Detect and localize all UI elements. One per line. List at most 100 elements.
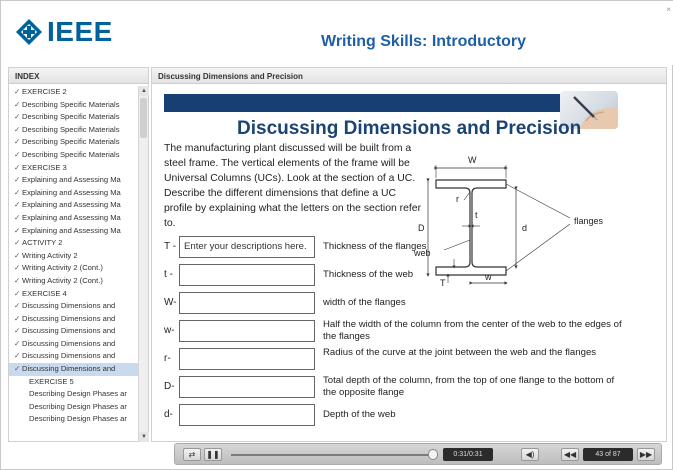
index-item[interactable]: ✓ Explaining and Assessing Ma (9, 225, 139, 238)
index-item[interactable]: ✓ Explaining and Assessing Ma (9, 199, 139, 212)
checkmark-icon: ✓ (14, 112, 21, 122)
description-input[interactable] (179, 292, 315, 314)
index-item[interactable]: EXERCISE 5 (9, 376, 139, 389)
index-item-label: Describing Design Phases ar (29, 414, 127, 424)
index-item-label: Describing Specific Materials (22, 99, 120, 109)
checkmark-icon: ✓ (14, 301, 21, 311)
index-item[interactable]: ✓ Discussing Dimensions and (9, 338, 139, 351)
checkmark-icon: ✓ (14, 225, 21, 235)
index-item[interactable]: ✓ Describing Specific Materials (9, 124, 139, 137)
volume-icon[interactable]: ◀) (521, 448, 539, 461)
index-item[interactable]: ✓ Writing Activity 2 (9, 250, 139, 263)
index-item-label: Discussing Dimensions and (22, 338, 116, 348)
index-item[interactable]: ✓ Describing Specific Materials (9, 149, 139, 162)
checkmark-icon: ✓ (14, 263, 21, 273)
index-item-label: Discussing Dimensions and (22, 301, 116, 311)
index-item-label: Describing Specific Materials (22, 149, 120, 159)
row-letter: t - (164, 269, 173, 280)
index-item-label: Discussing Dimensions and (22, 364, 116, 374)
row-letter: d- (164, 409, 173, 420)
checkmark-icon: ✓ (14, 212, 21, 222)
row-letter: W- (164, 297, 177, 308)
checkmark-icon: ✓ (14, 162, 21, 172)
index-item-label: Describing Specific Materials (22, 137, 120, 147)
index-item[interactable]: ✓ ACTIVITY 2 (9, 237, 139, 250)
checkmark-icon: ✓ (14, 351, 21, 361)
index-item[interactable]: ✓ EXERCISE 4 (9, 288, 139, 301)
index-item[interactable]: ✓ Discussing Dimensions and (9, 325, 139, 338)
index-item[interactable]: ✓ Describing Specific Materials (9, 111, 139, 124)
index-item[interactable]: ✓ Explaining and Assessing Ma (9, 187, 139, 200)
index-item-label: Discussing Dimensions and (22, 313, 116, 323)
checkmark-icon: ✓ (14, 338, 21, 348)
universal-column-diagram: W D d r t T w flanges web (414, 155, 604, 288)
description-input[interactable]: Enter your descriptions here. (179, 236, 315, 258)
progress-track[interactable] (231, 454, 433, 456)
checkmark-icon: ✓ (14, 238, 21, 248)
index-item-label: Describing Design Phases ar (29, 401, 127, 411)
index-item[interactable]: Describing Design Phases ar (9, 413, 139, 426)
index-panel: INDEX ✓ EXERCISE 2 ✓ Describing Specific Ma… (8, 67, 149, 442)
progress-knob[interactable] (428, 449, 438, 460)
index-item[interactable]: ✓ Describing Specific Materials (9, 99, 139, 112)
slide: Discussing Dimensions and Precision The … (152, 85, 666, 441)
pause-icon[interactable]: ❚❚ (204, 448, 222, 461)
scroll-thumb[interactable] (140, 98, 147, 138)
checkmark-icon: ✓ (14, 187, 21, 197)
row-letter: T - (164, 241, 177, 252)
index-item[interactable]: Describing Design Phases ar (9, 401, 139, 414)
row-description: Thickness of the web (323, 269, 414, 280)
index-scrollbar[interactable]: ▲ ▼ (138, 86, 149, 442)
time-display: 0:31/0:31 (443, 448, 493, 461)
index-item[interactable]: ✓ Writing Activity 2 (Cont.) (9, 275, 139, 288)
index-item[interactable]: ✓ EXERCISE 2 (9, 86, 139, 99)
label-t: t (475, 210, 478, 220)
description-input[interactable] (179, 404, 315, 426)
index-item-label: Writing Activity 2 (22, 250, 78, 260)
index-item-label: EXERCISE 4 (22, 288, 67, 298)
index-item[interactable]: Describing Design Phases ar (9, 388, 139, 401)
index-item-label: Discussing Dimensions and (22, 326, 116, 336)
checkmark-icon: ✓ (14, 99, 21, 109)
index-item-label: Discussing Dimensions and (22, 351, 116, 361)
checkmark-icon: ✓ (14, 149, 21, 159)
index-item[interactable]: ✓ Writing Activity 2 (Cont.) (9, 262, 139, 275)
index-item[interactable]: ✓ Discussing Dimensions and (9, 300, 139, 313)
index-item[interactable]: ✓ Explaining and Assessing Ma (9, 174, 139, 187)
player-controls: ⇄ ❚❚ 0:31/0:31 ◀) ◀◀ 43 of 87 ▶▶ (174, 443, 662, 465)
scroll-up-icon[interactable]: ▲ (139, 86, 149, 96)
index-item[interactable]: ✓ Explaining and Assessing Ma (9, 212, 139, 225)
next-icon[interactable]: ▶▶ (637, 448, 655, 461)
index-item-label: Writing Activity 2 (Cont.) (22, 275, 103, 285)
description-input[interactable] (179, 320, 315, 342)
description-input[interactable] (179, 348, 315, 370)
index-item-label: EXERCISE 3 (22, 162, 67, 172)
index-title: INDEX (9, 68, 148, 84)
checkmark-icon: ✓ (14, 275, 21, 285)
index-item-label: Explaining and Assessing Ma (22, 225, 121, 235)
index-item[interactable]: ✓ Discussing Dimensions and (9, 350, 139, 363)
index-item[interactable]: ✓ Describing Specific Materials (9, 136, 139, 149)
row-letter: w- (164, 325, 175, 336)
checkmark-icon: ✓ (14, 326, 21, 336)
index-item-label: Writing Activity 2 (Cont.) (22, 263, 103, 273)
checkmark-icon: ✓ (14, 288, 21, 298)
description-input[interactable] (179, 376, 315, 398)
index-item-label: EXERCISE 2 (22, 87, 67, 96)
row-letter: r- (164, 353, 171, 364)
index-item-label: Describing Specific Materials (22, 112, 120, 122)
label-flanges: flanges (574, 216, 604, 226)
description-input[interactable] (179, 264, 315, 286)
scroll-down-icon[interactable]: ▼ (139, 432, 149, 442)
close-icon[interactable]: × (666, 5, 671, 14)
ieee-logo: IEEE (15, 16, 113, 47)
row-description: Half the width of the column from the ce… (323, 319, 622, 342)
label-W: W (468, 155, 477, 165)
captions-icon[interactable]: ⇄ (183, 448, 201, 461)
index-item[interactable]: ✓ EXERCISE 3 (9, 162, 139, 175)
index-item[interactable]: ✓ Discussing Dimensions and (9, 363, 139, 376)
course-title: Writing Skills: Introductory (321, 33, 527, 50)
index-item[interactable]: ✓ Discussing Dimensions and (9, 313, 139, 326)
index-item-label: ACTIVITY 2 (22, 238, 63, 248)
prev-icon[interactable]: ◀◀ (561, 448, 579, 461)
